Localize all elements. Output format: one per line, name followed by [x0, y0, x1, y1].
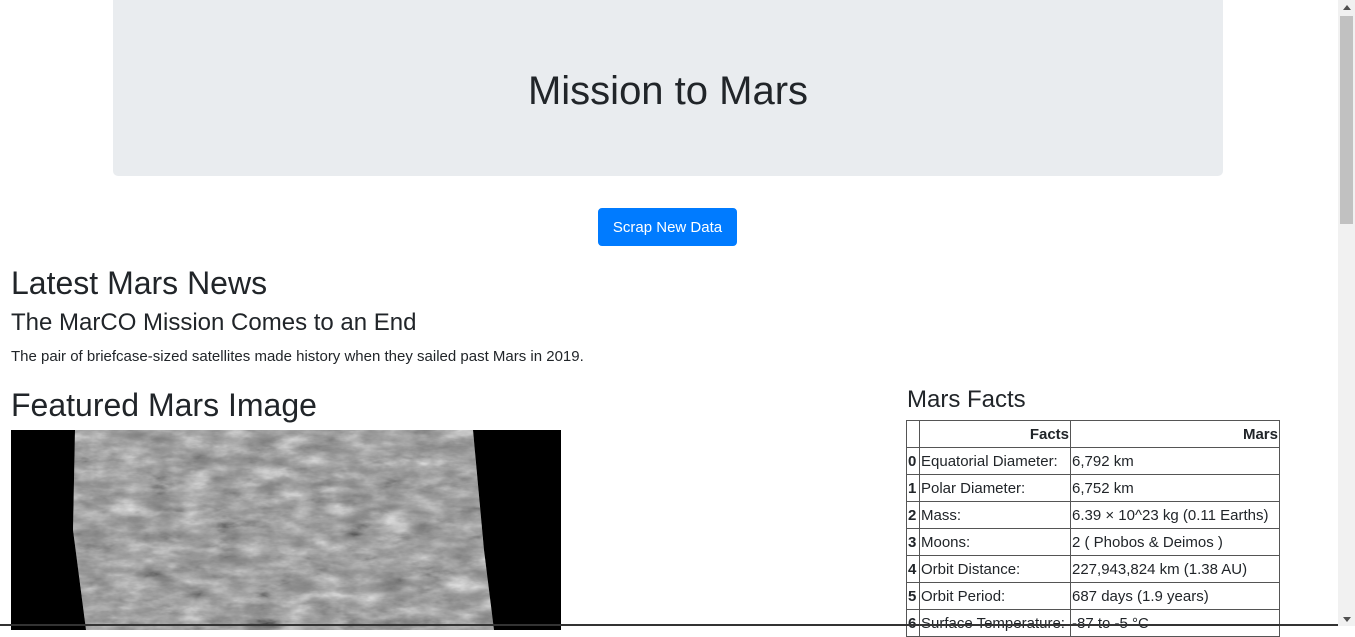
- mars-dune-image: [11, 430, 561, 630]
- news-title: The MarCO Mission Comes to an End: [11, 309, 417, 336]
- scroll-down-icon[interactable]: [1338, 612, 1355, 626]
- facts-column-header: Facts: [919, 420, 1071, 448]
- table-header-row: Facts Mars: [906, 420, 1280, 448]
- scroll-up-icon[interactable]: [1338, 0, 1355, 14]
- row-index: 2: [906, 501, 920, 529]
- fact-value: 6,792 km: [1070, 447, 1280, 475]
- jumbotron-header: Mission to Mars: [113, 0, 1223, 176]
- news-paragraph: The pair of briefcase-sized satellites m…: [11, 348, 584, 365]
- row-index: 5: [906, 582, 920, 610]
- fact-value: 2 ( Phobos & Deimos ): [1070, 528, 1280, 556]
- mars-facts-heading: Mars Facts: [907, 386, 1026, 413]
- fact-label: Orbit Period:: [919, 582, 1071, 610]
- fact-label: Polar Diameter:: [919, 474, 1071, 502]
- mars-facts-table: Facts Mars 0 Equatorial Diameter: 6,792 …: [906, 420, 1280, 637]
- fact-value: 227,943,824 km (1.38 AU): [1070, 555, 1280, 583]
- fact-label: Orbit Distance:: [919, 555, 1071, 583]
- fact-label: Moons:: [919, 528, 1071, 556]
- table-row: 1 Polar Diameter: 6,752 km: [906, 474, 1280, 502]
- table-row: 2 Mass: 6.39 × 10^23 kg (0.11 Earths): [906, 501, 1280, 529]
- featured-mars-image: [11, 430, 561, 630]
- row-index: 6: [906, 609, 920, 637]
- fact-value: -87 to -5 °C: [1070, 609, 1280, 637]
- featured-image-heading: Featured Mars Image: [11, 387, 317, 423]
- row-index: 3: [906, 528, 920, 556]
- fact-label: Equatorial Diameter:: [919, 447, 1071, 475]
- index-column-header: [906, 420, 920, 448]
- table-row: 5 Orbit Period: 687 days (1.9 years): [906, 582, 1280, 610]
- table-row: 6 Surface Temperature: -87 to -5 °C: [906, 609, 1280, 637]
- fact-value: 6.39 × 10^23 kg (0.11 Earths): [1070, 501, 1280, 529]
- row-index: 0: [906, 447, 920, 475]
- table-row: 0 Equatorial Diameter: 6,792 km: [906, 447, 1280, 475]
- row-index: 1: [906, 474, 920, 502]
- table-row: 3 Moons: 2 ( Phobos & Deimos ): [906, 528, 1280, 556]
- fact-label: Mass:: [919, 501, 1071, 529]
- fact-label: Surface Temperature:: [919, 609, 1071, 637]
- scrollbar-thumb[interactable]: [1340, 16, 1353, 224]
- table-row: 4 Orbit Distance: 227,943,824 km (1.38 A…: [906, 555, 1280, 583]
- mars-column-header: Mars: [1070, 420, 1280, 448]
- fact-value: 6,752 km: [1070, 474, 1280, 502]
- latest-news-heading: Latest Mars News: [11, 265, 268, 301]
- fact-value: 687 days (1.9 years): [1070, 582, 1280, 610]
- row-index: 4: [906, 555, 920, 583]
- page-title: Mission to Mars: [527, 69, 809, 113]
- scrape-new-data-button[interactable]: Scrap New Data: [598, 208, 737, 246]
- vertical-scrollbar[interactable]: [1338, 0, 1355, 626]
